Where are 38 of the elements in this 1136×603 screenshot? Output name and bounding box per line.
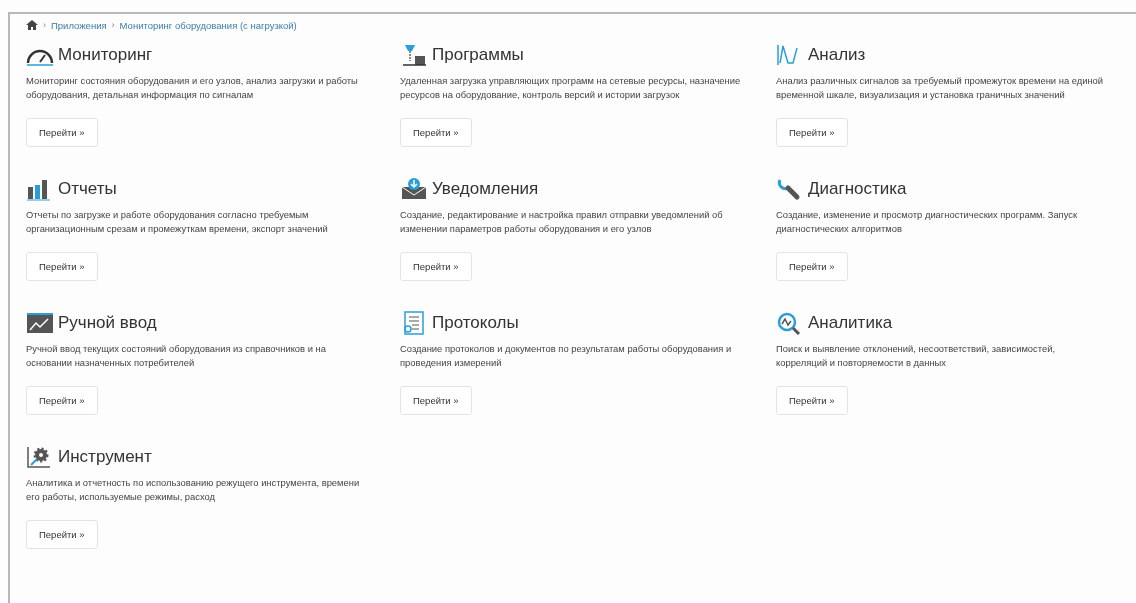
module-description: Ручной ввод текущих состояний оборудования из справочников и на основании назначенных потребителей <box>26 342 327 370</box>
go-button[interactable]: Перейти » <box>400 252 472 281</box>
go-button[interactable]: Перейти » <box>26 520 98 549</box>
module-description: Создание, редактирование и настройка правил отправки уведомлений об изменении параметров работы оборудования и его узлов <box>400 208 724 236</box>
go-button[interactable]: Перейти » <box>26 252 98 281</box>
breadcrumb-link[interactable]: Мониторинг оборудования (с нагрузкой) <box>119 19 297 31</box>
breadcrumb-link[interactable]: Приложения <box>51 19 107 31</box>
line-chart-icon <box>26 311 54 335</box>
module-title: Анализ <box>808 45 866 65</box>
go-button[interactable]: Перейти » <box>776 252 848 281</box>
module-description: Отчеты по загрузке и работе оборудования согласно требуемым организационным срезам и промежуткам времени, экспорт значений <box>26 208 329 236</box>
module-title: Ручной ввод <box>58 313 157 333</box>
go-button[interactable]: Перейти » <box>776 118 848 147</box>
module-description: Поиск и выявление отклонений, несоответствий, зависимостей, корреляций и повторяемости в данных <box>776 342 1056 370</box>
go-button[interactable]: Перейти » <box>26 386 98 415</box>
module-title: Аналитика <box>808 313 893 333</box>
module-description: Мониторинг состояния оборудования и его узлов, анализ загрузки и работы оборудования, детальная информация по сигналам <box>26 74 359 102</box>
machine-icon <box>400 43 428 67</box>
breadcrumb-separator: › <box>111 20 115 30</box>
go-button[interactable]: Перейти » <box>776 386 848 415</box>
module-title: Диагностика <box>808 179 907 199</box>
module-description: Создание, изменение и просмотр диагностических программ. Запуск диагностических алгоритмов <box>776 208 1079 236</box>
module-description: Аналитика и отчетность по использованию режущего инструмента, времени его работы, используемые режимы, расход <box>26 476 361 504</box>
module-description: Анализ различных сигналов за требуемый промежуток времени на единой временной шкале, визуализация и установка граничных значений <box>776 74 1105 102</box>
go-button[interactable]: Перейти » <box>26 118 98 147</box>
envelope-icon <box>400 177 428 201</box>
go-button[interactable]: Перейти » <box>400 118 472 147</box>
module-description: Удаленная загрузка управляющих программ на сетевые ресурсы, назначение ресурсов на оборудование, контроль версий и истории загрузок <box>400 74 742 102</box>
module-title: Инструмент <box>58 447 152 467</box>
module-title: Программы <box>432 45 524 65</box>
home-icon[interactable] <box>26 20 38 30</box>
module-title: Отчеты <box>58 179 117 199</box>
go-button[interactable]: Перейти » <box>400 386 472 415</box>
module-title: Мониторинг <box>58 45 153 65</box>
module-description: Создание протоколов и документов по результатам работы оборудования и проведения измерений <box>400 342 733 370</box>
module-title: Протоколы <box>432 313 519 333</box>
module-title: Уведомления <box>432 179 539 199</box>
breadcrumb-separator: › <box>43 20 46 30</box>
